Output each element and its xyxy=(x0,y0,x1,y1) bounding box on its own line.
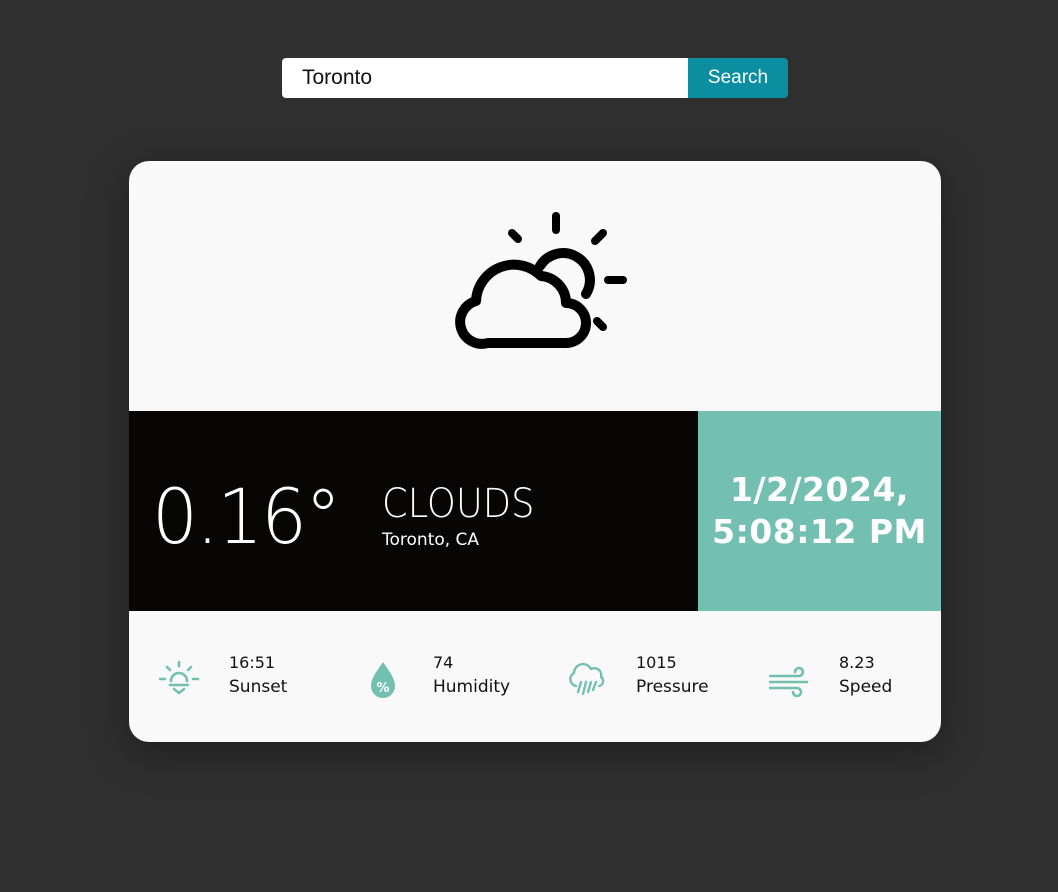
wind-icon xyxy=(769,666,809,698)
speed-value: 8.23 xyxy=(839,653,875,672)
temperature-value: 0.16° xyxy=(152,472,341,561)
search-input[interactable] xyxy=(282,58,688,98)
humidity-label: Humidity xyxy=(433,677,511,697)
sunset-label: Sunset xyxy=(229,677,288,697)
stat-sunset: 16:51 Sunset xyxy=(159,646,339,706)
sunset-icon xyxy=(159,660,200,695)
pressure-value: 1015 xyxy=(636,653,677,672)
location-label: Toronto, CA xyxy=(382,530,480,550)
weather-info-band: 0.16° CLOUDS Toronto, CA 1/2/2024, 5:08:… xyxy=(129,411,941,611)
time-label: 5:08:12 PM xyxy=(712,512,927,551)
stat-pressure: 1015 Pressure xyxy=(566,646,746,706)
pressure-label: Pressure xyxy=(636,677,709,697)
search-button[interactable]: Search xyxy=(688,58,788,98)
weather-stats: 16:51 Sunset % 74 Humidity 1015 Pressure… xyxy=(129,611,941,742)
weather-icon-area xyxy=(129,161,941,411)
datetime-panel: 1/2/2024, 5:08:12 PM xyxy=(698,411,941,611)
temperature-panel: 0.16° CLOUDS Toronto, CA xyxy=(129,411,698,611)
partly-cloudy-icon xyxy=(455,212,627,349)
stat-speed: 8.23 Speed xyxy=(769,646,939,706)
search-bar: Search xyxy=(282,58,788,98)
humidity-icon: % xyxy=(371,662,395,698)
humidity-value: 74 xyxy=(433,653,454,672)
weather-card: 0.16° CLOUDS Toronto, CA 1/2/2024, 5:08:… xyxy=(129,161,941,742)
speed-label: Speed xyxy=(839,677,893,697)
weather-condition: CLOUDS xyxy=(382,481,535,527)
svg-text:%: % xyxy=(376,681,389,696)
sunset-value: 16:51 xyxy=(229,653,276,672)
pressure-rain-icon xyxy=(569,662,605,696)
date-label: 1/2/2024, xyxy=(730,470,909,509)
stat-humidity: % 74 Humidity xyxy=(363,646,543,706)
weather-app: Search 0.16° CLOUDS Toronto, CA xyxy=(0,0,1058,892)
